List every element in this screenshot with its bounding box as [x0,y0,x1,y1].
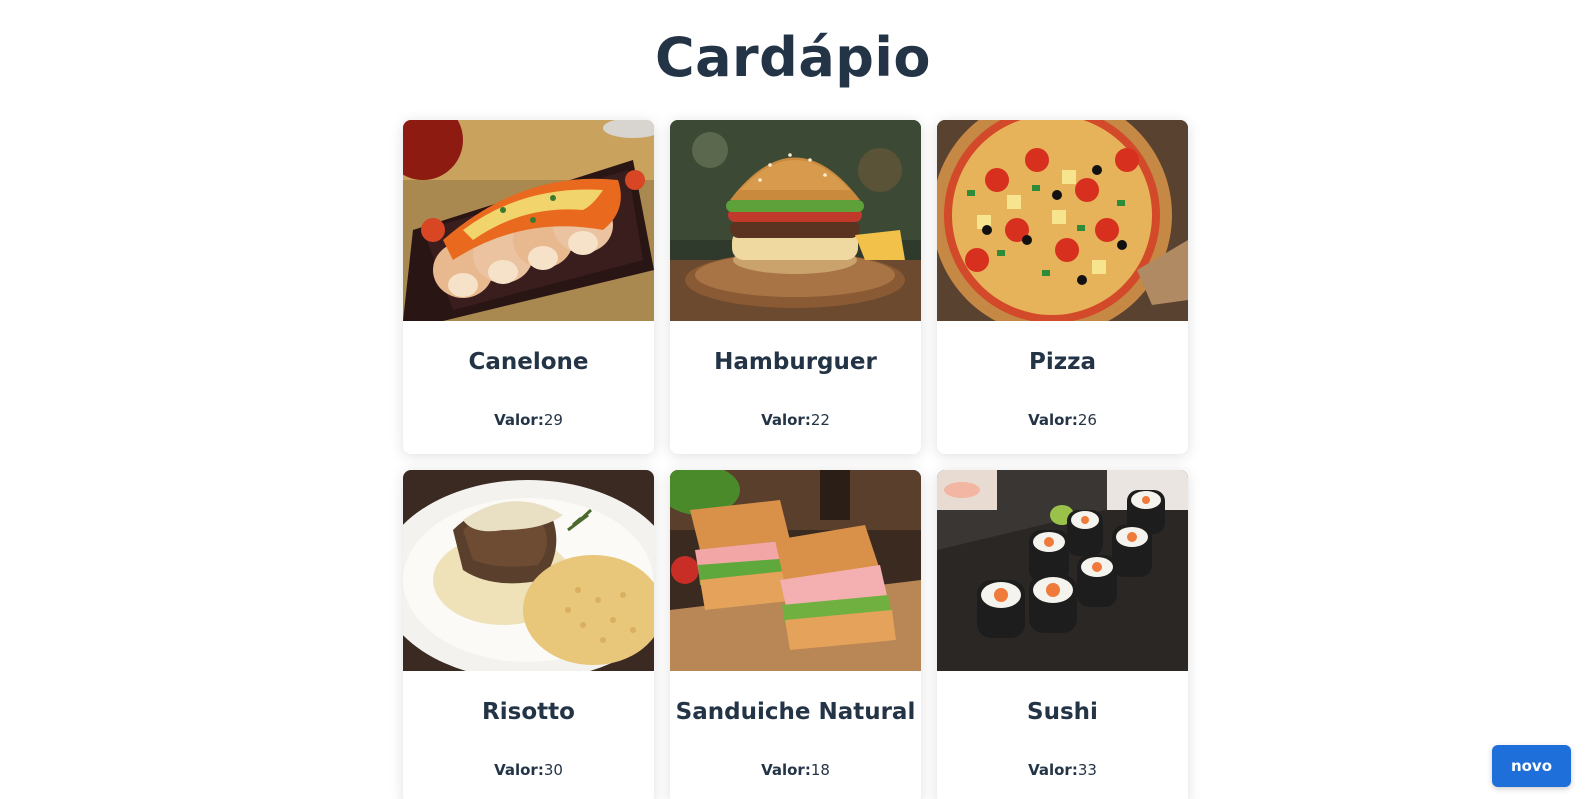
page-title: Cardápio [654,26,932,89]
menu-card: Sushi Valor:33 [937,470,1188,799]
price-value: 33 [1077,761,1097,779]
item-name: Sanduiche Natural [675,699,916,725]
risotto-photo [403,470,654,671]
price-label: Valor: [494,761,544,779]
price-label: Valor: [1028,761,1078,779]
item-price: Valor:18 [670,761,921,779]
item-price: Valor:22 [670,411,921,429]
menu-grid: Canelone Valor:29 Hamburguer Valor:22 Pi… [403,120,1188,799]
price-value: 30 [543,761,563,779]
sushi-photo [937,470,1188,671]
price-label: Valor: [494,411,544,429]
menu-card: Risotto Valor:30 [403,470,654,799]
item-name: Sushi [1027,699,1098,725]
menu-card: Sanduiche Natural Valor:18 [670,470,921,799]
price-value: 18 [810,761,830,779]
menu-page: Cardápio Canelone Valor:29 Hamburguer Va… [0,0,1586,799]
item-name: Risotto [482,699,575,725]
item-price: Valor:33 [937,761,1188,779]
menu-card: Hamburguer Valor:22 [670,120,921,454]
price-value: 26 [1077,411,1097,429]
pizza-photo [937,120,1188,321]
menu-card: Pizza Valor:26 [937,120,1188,454]
item-price: Valor:29 [403,411,654,429]
item-name: Hamburguer [714,349,877,375]
price-value: 29 [543,411,563,429]
price-label: Valor: [1028,411,1078,429]
menu-card: Canelone Valor:29 [403,120,654,454]
item-name: Canelone [468,349,589,375]
sandwich-photo [670,470,921,671]
price-label: Valor: [761,761,811,779]
canelone-photo [403,120,654,321]
item-price: Valor:26 [937,411,1188,429]
item-name: Pizza [1028,349,1097,375]
item-price: Valor:30 [403,761,654,779]
hamburger-photo [670,120,921,321]
price-label: Valor: [761,411,811,429]
price-value: 22 [810,411,830,429]
new-item-button[interactable]: novo [1492,745,1571,787]
